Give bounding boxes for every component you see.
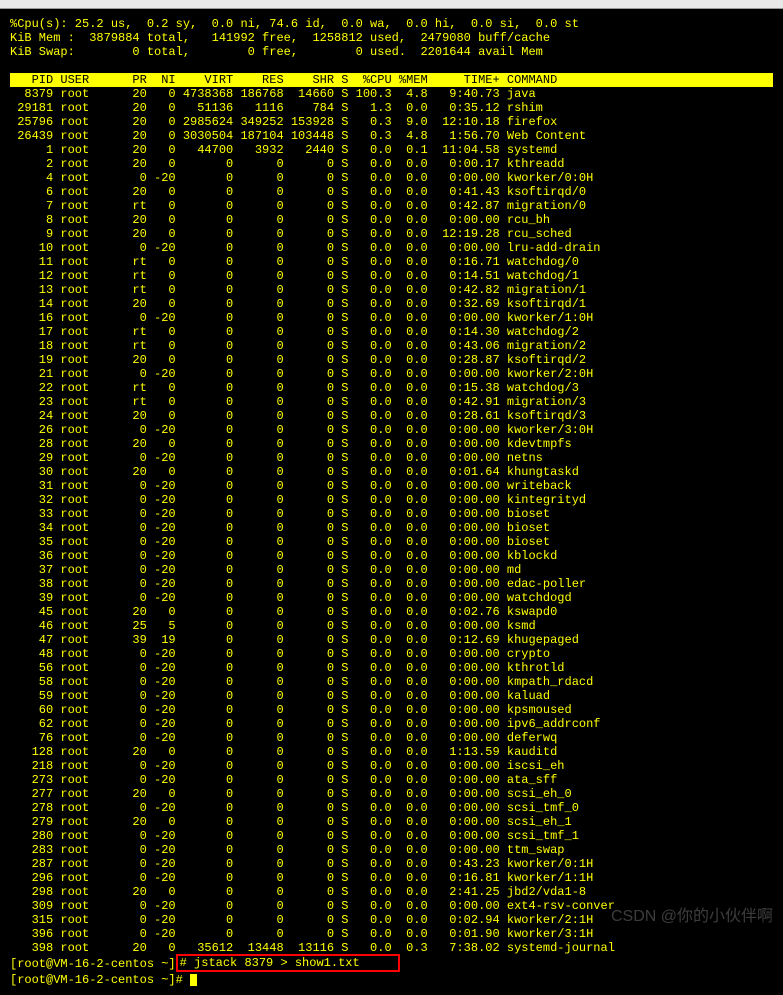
- process-row: 6 root 20 0 0 0 0 S 0.0 0.0 0:41.43 ksof…: [10, 185, 773, 199]
- prompt-line-2[interactable]: [root@VM-16-2-centos ~]#: [10, 973, 773, 987]
- process-row: 39 root 0 -20 0 0 0 S 0.0 0.0 0:00.00 wa…: [10, 591, 773, 605]
- process-row: 277 root 20 0 0 0 0 S 0.0 0.0 0:00.00 sc…: [10, 787, 773, 801]
- process-row: 29 root 0 -20 0 0 0 S 0.0 0.0 0:00.00 ne…: [10, 451, 773, 465]
- process-row: 28 root 20 0 0 0 0 S 0.0 0.0 0:00.00 kde…: [10, 437, 773, 451]
- process-row: 128 root 20 0 0 0 0 S 0.0 0.0 1:13.59 ka…: [10, 745, 773, 759]
- prompt-line-1: [root@VM-16-2-centos ~] # jstack 8379 > s…: [10, 955, 773, 973]
- process-row: 218 root 0 -20 0 0 0 S 0.0 0.0 0:00.00 i…: [10, 759, 773, 773]
- swap-summary-line: KiB Swap: 0 total, 0 free, 0 used. 22016…: [10, 45, 773, 59]
- process-row: 25796 root 20 0 2985624 349252 153928 S …: [10, 115, 773, 129]
- process-row: 280 root 0 -20 0 0 0 S 0.0 0.0 0:00.00 s…: [10, 829, 773, 843]
- watermark-text: CSDN @你的小伙伴啊: [611, 910, 773, 924]
- process-row: 9 root 20 0 0 0 0 S 0.0 0.0 12:19.28 rcu…: [10, 227, 773, 241]
- process-row: 32 root 0 -20 0 0 0 S 0.0 0.0 0:00.00 ki…: [10, 493, 773, 507]
- process-row: 283 root 0 -20 0 0 0 S 0.0 0.0 0:00.00 t…: [10, 843, 773, 857]
- process-row: 296 root 0 -20 0 0 0 S 0.0 0.0 0:16.81 k…: [10, 871, 773, 885]
- mem-summary-line: KiB Mem : 3879884 total, 141992 free, 12…: [10, 31, 773, 45]
- cpu-summary-line: %Cpu(s): 25.2 us, 0.2 sy, 0.0 ni, 74.6 i…: [10, 17, 773, 31]
- process-row: 12 root rt 0 0 0 0 S 0.0 0.0 0:14.51 wat…: [10, 269, 773, 283]
- prompt-hash: #: [176, 973, 190, 987]
- process-row: 56 root 0 -20 0 0 0 S 0.0 0.0 0:00.00 kt…: [10, 661, 773, 675]
- process-row: 59 root 0 -20 0 0 0 S 0.0 0.0 0:00.00 ka…: [10, 689, 773, 703]
- process-row: 19 root 20 0 0 0 0 S 0.0 0.0 0:28.87 kso…: [10, 353, 773, 367]
- process-row: 398 root 20 0 35612 13448 13116 S 0.0 0.…: [10, 941, 773, 955]
- prompt-prefix: [root@VM-16-2-centos ~]: [10, 957, 176, 971]
- process-row: 273 root 0 -20 0 0 0 S 0.0 0.0 0:00.00 a…: [10, 773, 773, 787]
- process-row: 22 root rt 0 0 0 0 S 0.0 0.0 0:15.38 wat…: [10, 381, 773, 395]
- process-row: 279 root 20 0 0 0 0 S 0.0 0.0 0:00.00 sc…: [10, 815, 773, 829]
- process-row: 36 root 0 -20 0 0 0 S 0.0 0.0 0:00.00 kb…: [10, 549, 773, 563]
- tab-bar: [0, 0, 783, 9]
- process-row: 10 root 0 -20 0 0 0 S 0.0 0.0 0:00.00 lr…: [10, 241, 773, 255]
- process-row: 37 root 0 -20 0 0 0 S 0.0 0.0 0:00.00 md: [10, 563, 773, 577]
- process-row: 31 root 0 -20 0 0 0 S 0.0 0.0 0:00.00 wr…: [10, 479, 773, 493]
- process-row: 26439 root 20 0 3030504 187104 103448 S …: [10, 129, 773, 143]
- prompt-prefix: [root@VM-16-2-centos ~]: [10, 973, 176, 987]
- process-table-header: PID USER PR NI VIRT RES SHR S %CPU %MEM …: [10, 73, 773, 87]
- process-row: 60 root 0 -20 0 0 0 S 0.0 0.0 0:00.00 kp…: [10, 703, 773, 717]
- process-table-body: 8379 root 20 0 4738368 186768 14660 S 10…: [10, 87, 773, 955]
- process-row: 7 root rt 0 0 0 0 S 0.0 0.0 0:42.87 migr…: [10, 199, 773, 213]
- process-row: 18 root rt 0 0 0 0 S 0.0 0.0 0:43.06 mig…: [10, 339, 773, 353]
- command-highlight-box: # jstack 8379 > show1.txt: [176, 954, 400, 972]
- process-row: 46 root 25 5 0 0 0 S 0.0 0.0 0:00.00 ksm…: [10, 619, 773, 633]
- process-row: 8379 root 20 0 4738368 186768 14660 S 10…: [10, 87, 773, 101]
- process-row: 35 root 0 -20 0 0 0 S 0.0 0.0 0:00.00 bi…: [10, 535, 773, 549]
- process-row: 62 root 0 -20 0 0 0 S 0.0 0.0 0:00.00 ip…: [10, 717, 773, 731]
- process-row: 38 root 0 -20 0 0 0 S 0.0 0.0 0:00.00 ed…: [10, 577, 773, 591]
- command-text: # jstack 8379 > show1.txt: [180, 956, 360, 970]
- process-row: 23 root rt 0 0 0 0 S 0.0 0.0 0:42.91 mig…: [10, 395, 773, 409]
- process-row: 76 root 0 -20 0 0 0 S 0.0 0.0 0:00.00 de…: [10, 731, 773, 745]
- process-row: 8 root 20 0 0 0 0 S 0.0 0.0 0:00.00 rcu_…: [10, 213, 773, 227]
- process-row: 11 root rt 0 0 0 0 S 0.0 0.0 0:16.71 wat…: [10, 255, 773, 269]
- process-row: 298 root 20 0 0 0 0 S 0.0 0.0 2:41.25 jb…: [10, 885, 773, 899]
- process-row: 2 root 20 0 0 0 0 S 0.0 0.0 0:00.17 kthr…: [10, 157, 773, 171]
- process-row: 278 root 0 -20 0 0 0 S 0.0 0.0 0:00.00 s…: [10, 801, 773, 815]
- process-row: 30 root 20 0 0 0 0 S 0.0 0.0 0:01.64 khu…: [10, 465, 773, 479]
- process-row: 16 root 0 -20 0 0 0 S 0.0 0.0 0:00.00 kw…: [10, 311, 773, 325]
- process-row: 1 root 20 0 44700 3932 2440 S 0.0 0.1 11…: [10, 143, 773, 157]
- process-row: 26 root 0 -20 0 0 0 S 0.0 0.0 0:00.00 kw…: [10, 423, 773, 437]
- process-row: 45 root 20 0 0 0 0 S 0.0 0.0 0:02.76 ksw…: [10, 605, 773, 619]
- process-row: 33 root 0 -20 0 0 0 S 0.0 0.0 0:00.00 bi…: [10, 507, 773, 521]
- process-row: 58 root 0 -20 0 0 0 S 0.0 0.0 0:00.00 km…: [10, 675, 773, 689]
- process-row: 17 root rt 0 0 0 0 S 0.0 0.0 0:14.30 wat…: [10, 325, 773, 339]
- blank-line: [10, 59, 773, 73]
- cursor-icon: [190, 974, 197, 986]
- process-row: 21 root 0 -20 0 0 0 S 0.0 0.0 0:00.00 kw…: [10, 367, 773, 381]
- process-row: 24 root 20 0 0 0 0 S 0.0 0.0 0:28.61 kso…: [10, 409, 773, 423]
- process-row: 13 root rt 0 0 0 0 S 0.0 0.0 0:42.82 mig…: [10, 283, 773, 297]
- process-row: 47 root 39 19 0 0 0 S 0.0 0.0 0:12.69 kh…: [10, 633, 773, 647]
- process-row: 396 root 0 -20 0 0 0 S 0.0 0.0 0:01.90 k…: [10, 927, 773, 941]
- process-row: 48 root 0 -20 0 0 0 S 0.0 0.0 0:00.00 cr…: [10, 647, 773, 661]
- process-row: 14 root 20 0 0 0 0 S 0.0 0.0 0:32.69 kso…: [10, 297, 773, 311]
- process-row: 34 root 0 -20 0 0 0 S 0.0 0.0 0:00.00 bi…: [10, 521, 773, 535]
- terminal-output[interactable]: %Cpu(s): 25.2 us, 0.2 sy, 0.0 ni, 74.6 i…: [0, 9, 783, 995]
- process-row: 29181 root 20 0 51136 1116 784 S 1.3 0.0…: [10, 101, 773, 115]
- process-row: 4 root 0 -20 0 0 0 S 0.0 0.0 0:00.00 kwo…: [10, 171, 773, 185]
- process-row: 287 root 0 -20 0 0 0 S 0.0 0.0 0:43.23 k…: [10, 857, 773, 871]
